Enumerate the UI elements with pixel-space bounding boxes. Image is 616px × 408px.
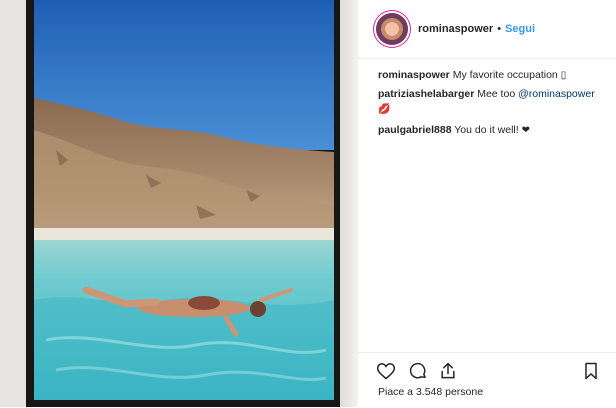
likes-count[interactable]: Piace a 3.548 persone [378,386,483,398]
comment-mention-link[interactable]: @rominaspower [518,88,595,100]
comment-item: patriziashelabarger Mee too @rominaspowe… [378,87,604,117]
comment-emoji: ❤ [521,125,530,136]
comment-author[interactable]: rominaspower [378,69,450,81]
beach-photo-image [26,0,342,407]
comment-author[interactable]: paulgabriel888 [378,124,452,136]
header-username[interactable]: rominaspower [418,23,493,35]
comment-caption: rominaspower My favorite occupation ▯ [378,68,604,83]
comment-author[interactable]: patriziashelabarger [378,88,474,100]
comment-text: My favorite occupation [452,69,558,81]
post-photo-pane [0,0,358,407]
avatar[interactable] [376,13,408,45]
share-icon[interactable] [438,361,458,381]
bookmark-icon[interactable] [581,361,601,381]
heart-icon[interactable] [376,361,396,381]
comment-emoji: 💋 [378,104,391,115]
photo-edge-strip [340,0,358,407]
comment-text: Mee too [477,88,516,100]
follow-button[interactable]: Segui [505,23,535,35]
post-photo[interactable] [26,0,342,407]
comment-icon[interactable] [408,361,428,381]
comment-text: You do it well! [454,124,519,136]
post-actions-bar: Piace a 3.548 persone [358,352,616,408]
comment-item: paulgabriel888 You do it well! ❤ [378,123,604,138]
header-separator: • [497,23,502,35]
post-header: rominaspower • Segui [358,0,616,59]
post-info-panel: rominaspower • Segui rominaspower My fav… [358,0,616,407]
comments-list: rominaspower My favorite occupation ▯ pa… [378,68,604,142]
comment-emoji: ▯ [560,70,567,81]
